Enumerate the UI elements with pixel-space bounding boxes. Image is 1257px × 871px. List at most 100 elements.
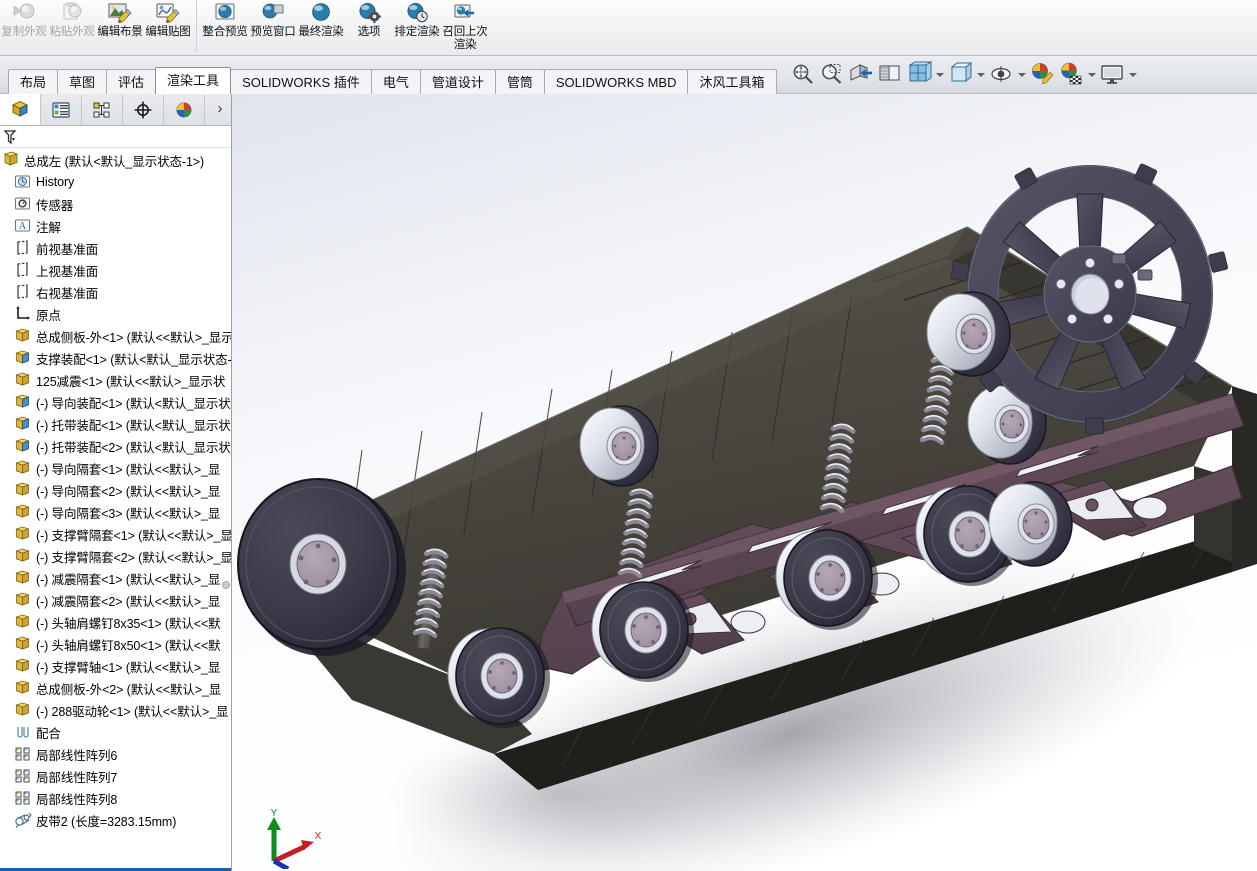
view-settings-dropdown-caret[interactable] (1017, 61, 1026, 87)
tree-item-linear-pattern[interactable]: 局部线性阵列7 (0, 765, 231, 787)
tree-item-history[interactable]: History (0, 171, 231, 193)
component-yellow-icon (14, 679, 33, 697)
tree-item-label: 传感器 (36, 195, 73, 214)
belt-chain-icon (14, 811, 33, 829)
tree-item-annotations[interactable]: A 注解 (0, 215, 231, 237)
tree-item-label: 上视基准面 (36, 261, 98, 280)
tree-item-label: 前视基准面 (36, 239, 98, 258)
section-view-icon[interactable] (848, 61, 874, 87)
plane-icon (14, 283, 33, 301)
tab-buju[interactable]: 布局 (8, 69, 58, 94)
zoom-to-area-icon[interactable] (819, 61, 845, 87)
tree-item-component[interactable]: (-) 支撑臂隔套<2> (默认<<默认>_显 (0, 545, 231, 567)
zoom-to-fit-icon[interactable] (790, 61, 816, 87)
tree-item-label: (-) 托带装配<2> (默认<默认_显示状 (36, 437, 231, 456)
apply-scene-icon[interactable] (1029, 61, 1055, 87)
tree-item-component[interactable]: (-) 支撑臂轴<1> (默认<<默认>_显 (0, 655, 231, 677)
copy-appearance-button[interactable]: 复制外观 (0, 0, 48, 54)
tab-pinggu[interactable]: 评估 (106, 69, 156, 94)
plane-icon (14, 239, 33, 257)
tree-item-label: 右视基准面 (36, 283, 98, 302)
appearances-icon[interactable] (1058, 61, 1084, 87)
final-render-button[interactable]: 最终渲染 (297, 0, 345, 54)
display-style-dropdown-caret[interactable] (935, 61, 944, 87)
viewport-layout-icon[interactable] (1099, 61, 1125, 87)
dimxpert-manager-tab[interactable] (123, 95, 164, 125)
edit-scene-label: 编辑布景 (97, 26, 143, 39)
tab-solidworks-addins[interactable]: SOLIDWORKS 插件 (230, 69, 372, 94)
tab-render-tools[interactable]: 渲染工具 (155, 67, 231, 94)
paste-appearance-button[interactable]: 粘贴外观 (48, 0, 96, 54)
tree-item-label: (-) 导向隔套<3> (默认<<默认>_显 (36, 503, 220, 522)
tree-item-component[interactable]: (-) 托带装配<2> (默认<默认_显示状 (0, 435, 231, 457)
tree-item-component[interactable]: 总成侧板-外<1> (默认<<默认>_显示 (0, 325, 231, 347)
tree-item-component[interactable]: (-) 支撑臂隔套<1> (默认<<默认>_显 (0, 523, 231, 545)
tree-item-top-plane[interactable]: 上视基准面 (0, 259, 231, 281)
tree-item-label: (-) 导向隔套<1> (默认<<默认>_显 (36, 459, 220, 478)
tab-mufeng-toolbox[interactable]: 沐风工具箱 (687, 69, 776, 94)
display-style-icon[interactable] (906, 61, 932, 87)
tree-item-mates[interactable]: 配合 (0, 721, 231, 743)
edit-scene-button[interactable]: 编辑布景 (96, 0, 144, 54)
tree-item-component[interactable]: 125减震<1> (默认<<默认>_显示状 (0, 369, 231, 391)
tree-tabs-expand-button[interactable]: › (212, 101, 228, 117)
tab-electrical[interactable]: 电气 (371, 69, 421, 94)
tree-item-assembly-root[interactable]: 总成左 (默认<默认_显示状态-1>) (0, 149, 231, 171)
hide-show-items-icon[interactable] (947, 61, 973, 87)
tree-item-component[interactable]: (-) 导向隔套<3> (默认<<默认>_显 (0, 501, 231, 523)
tree-item-component[interactable]: (-) 减震隔套<1> (默认<<默认>_显 (0, 567, 231, 589)
command-tabs: 布局 草图 评估 渲染工具 SOLIDWORKS 插件 电气 管道设计 管筒 S… (0, 55, 776, 93)
tree-item-origin[interactable]: 原点 (0, 303, 231, 325)
viewport-layout-dropdown-caret[interactable] (1128, 61, 1137, 87)
options-label: 选项 (346, 26, 392, 39)
tab-tubing[interactable]: 管筒 (495, 69, 545, 94)
tree-item-linear-pattern[interactable]: 局部线性阵列6 (0, 743, 231, 765)
tree-item-component[interactable]: 总成侧板-外<2> (默认<<默认>_显 (0, 677, 231, 699)
view-settings-icon[interactable] (988, 61, 1014, 87)
component-yellow-icon (14, 371, 33, 389)
tree-item-front-plane[interactable]: 前视基准面 (0, 237, 231, 259)
tree-item-component[interactable]: (-) 导向装配<1> (默认<默认_显示状 (0, 391, 231, 413)
svg-text:A: A (19, 221, 27, 232)
options-button[interactable]: 选项 (345, 0, 393, 54)
schedule-render-button[interactable]: 排定渲染 (393, 0, 441, 54)
tab-routing-piping[interactable]: 管道设计 (420, 69, 496, 94)
tree-item-component[interactable]: (-) 头轴肩螺钉8x50<1> (默认<<默 (0, 633, 231, 655)
tree-item-component[interactable]: (-) 导向隔套<2> (默认<<默认>_显 (0, 479, 231, 501)
preview-window-button[interactable]: 预览窗口 (249, 0, 297, 54)
feature-manager-panel: › 总成左 (默认<默认_显示状态-1>) (0, 94, 232, 871)
integrated-preview-button[interactable]: 整合预览 (201, 0, 249, 54)
tab-caotu[interactable]: 草图 (57, 69, 107, 94)
tree-item-linear-pattern[interactable]: 局部线性阵列8 (0, 787, 231, 809)
tree-item-component[interactable]: (-) 288驱动轮<1> (默认<<默认>_显 (0, 699, 231, 721)
tree-item-belt[interactable]: 皮带2 (长度=3283.15mm) (0, 809, 231, 831)
tree-item-component[interactable]: (-) 头轴肩螺钉8x35<1> (默认<<默 (0, 611, 231, 633)
configuration-manager-tab[interactable] (82, 95, 123, 125)
tree-item-label: 原点 (36, 305, 61, 324)
copy-appearance-icon (11, 2, 37, 26)
feature-manager-tab[interactable] (0, 94, 41, 125)
property-manager-tab[interactable] (41, 95, 82, 125)
tree-item-component[interactable]: (-) 减震隔套<2> (默认<<默认>_显 (0, 589, 231, 611)
panel-splitter-handle[interactable] (222, 581, 230, 589)
hide-show-dropdown-caret[interactable] (976, 61, 985, 87)
edit-decal-button[interactable]: 编辑贴图 (144, 0, 192, 54)
tab-solidworks-mbd[interactable]: SOLIDWORKS MBD (544, 69, 689, 94)
recall-render-button[interactable]: 召回上次渲染 (441, 0, 489, 54)
appearances-dropdown-caret[interactable] (1087, 61, 1096, 87)
view-orientation-icon[interactable] (877, 61, 903, 87)
feature-manager-tab-strip: › (0, 94, 232, 126)
filter-flag-icon[interactable] (2, 128, 24, 146)
tree-item-label: 总成左 (默认<默认_显示状态-1>) (24, 151, 204, 170)
integrated-preview-label: 整合预览 (202, 26, 248, 39)
tree-item-sensors[interactable]: 传感器 (0, 193, 231, 215)
display-manager-tab[interactable] (164, 95, 205, 125)
tree-item-right-plane[interactable]: 右视基准面 (0, 281, 231, 303)
ribbon-group-appearance: 复制外观 粘贴外观 (0, 0, 192, 54)
ribbon-separator (196, 0, 197, 52)
feature-tree-list[interactable]: 总成左 (默认<默认_显示状态-1>) History (0, 149, 231, 871)
graphics-viewport[interactable]: Y X (232, 94, 1257, 871)
tree-item-component[interactable]: (-) 导向隔套<1> (默认<<默认>_显 (0, 457, 231, 479)
tree-item-component[interactable]: 支撑装配<1> (默认<默认_显示状态- (0, 347, 231, 369)
tree-item-component[interactable]: (-) 托带装配<1> (默认<默认_显示状 (0, 413, 231, 435)
